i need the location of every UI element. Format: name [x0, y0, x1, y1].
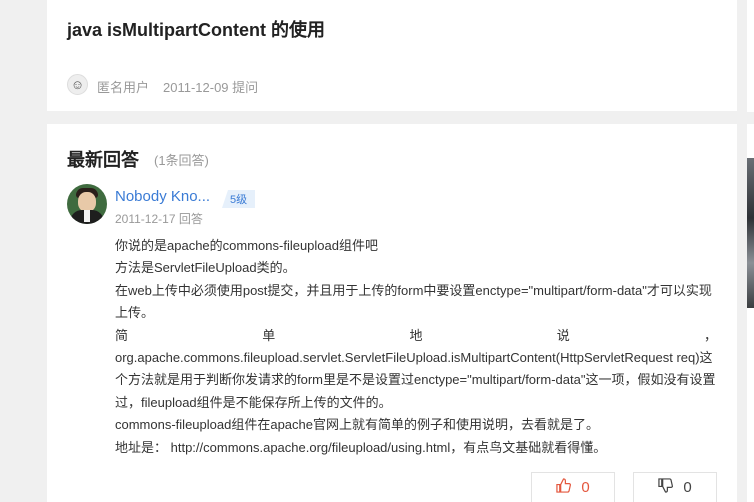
answer-body: 你说的是apache的commons-fileupload组件吧 方法是Serv… [115, 235, 717, 459]
justified-char: ， [703, 327, 717, 343]
answer-line: commons-fileupload组件在apache官网上就有简单的例子和使用… [115, 417, 599, 433]
answers-count: (1条回答) [154, 153, 209, 168]
answer-line-justified: 简 单 地 说 ， [115, 325, 717, 347]
anonymous-user-icon: ☺ [67, 74, 88, 95]
question-title: java isMultipartContent 的使用 [67, 20, 326, 40]
answer-username[interactable]: Nobody Kno... [115, 188, 210, 205]
avatar[interactable] [67, 184, 107, 224]
like-button[interactable]: 0 [531, 472, 615, 502]
thumbs-down-icon [658, 478, 674, 497]
like-count: 0 [581, 479, 590, 496]
justified-char: 简 [115, 327, 129, 343]
answer-line: 在web上传中必须使用post提交，并且用于上传的form中要设置enctype… [115, 282, 712, 321]
dislike-button[interactable]: 0 [633, 472, 717, 502]
dislike-count: 0 [683, 479, 692, 496]
thumbs-up-icon [556, 478, 572, 497]
answer-line: org.apache.commons.fileupload.servlet.Se… [115, 350, 716, 410]
question-card: java isMultipartContent 的使用 ☺ 匿名用户 2011-… [47, 0, 737, 111]
answer-line: 地址是： http://commons.apache.org/fileuploa… [115, 439, 607, 455]
right-panel-top [747, 0, 754, 112]
answer-date: 2011-12-17 回答 [115, 212, 203, 226]
answers-heading: 最新回答 [67, 150, 139, 170]
right-panel-image [747, 158, 754, 308]
answer-line: 你说的是apache的commons-fileupload组件吧 [115, 238, 378, 253]
question-user[interactable]: 匿名用户 [97, 77, 149, 96]
justified-char: 说 [556, 327, 570, 343]
justified-char: 单 [262, 327, 276, 343]
justified-char: 地 [409, 327, 423, 343]
answer-line: 方法是ServletFileUpload类的。 [115, 260, 296, 276]
answers-card: 最新回答 (1条回答) Nobody Kno... 5级 2011-12-17 … [47, 124, 737, 502]
user-level-badge: 5级 [222, 190, 256, 208]
question-date: 2011-12-09 提问 [163, 80, 259, 95]
